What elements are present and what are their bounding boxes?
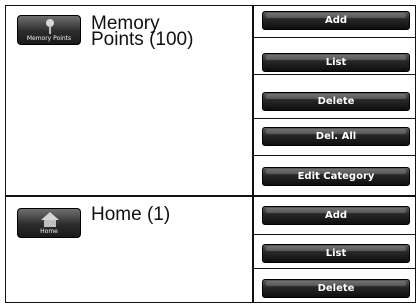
memory-delete-button[interactable]: Delete <box>262 92 410 111</box>
home-list-button[interactable]: List <box>262 244 410 263</box>
memory-add-button[interactable]: Add <box>262 11 410 30</box>
section-divider <box>5 195 416 197</box>
icon-caption: Home <box>40 228 58 235</box>
memory-delete-all-button[interactable]: Del. All <box>262 127 410 146</box>
row-divider <box>253 37 416 38</box>
memory-edit-category-button[interactable]: Edit Category <box>262 167 410 186</box>
row-divider <box>253 74 416 75</box>
memory-points-label-line2: Points (100) <box>91 29 194 50</box>
home-delete-button[interactable]: Delete <box>262 279 410 298</box>
memory-points-icon: Memory Points <box>17 15 81 45</box>
icon-caption: Memory Points <box>26 35 72 42</box>
home-label: Home (1) <box>91 204 171 225</box>
row-divider <box>253 118 416 119</box>
home-icon: Home <box>17 208 81 238</box>
row-divider <box>253 234 416 235</box>
row-divider <box>253 268 416 269</box>
row-divider <box>253 155 416 156</box>
column-divider <box>252 5 254 303</box>
memory-list-button[interactable]: List <box>262 53 410 72</box>
home-add-button[interactable]: Add <box>262 206 410 225</box>
